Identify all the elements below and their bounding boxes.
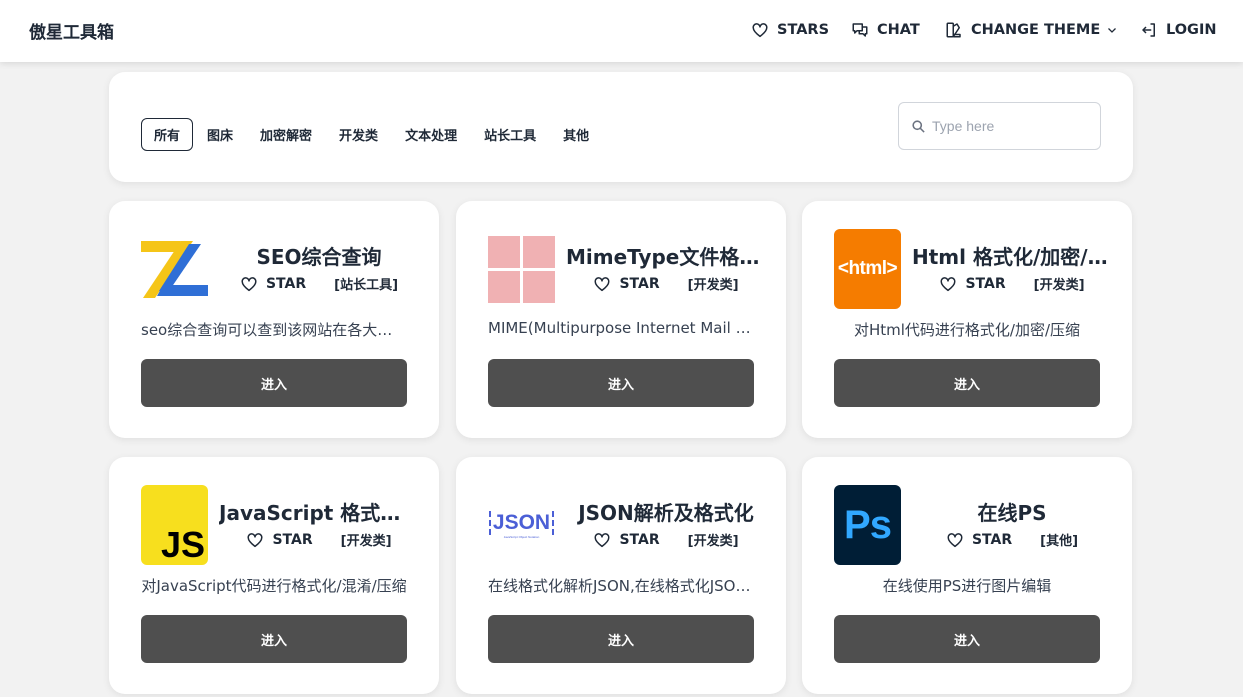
nav-chat[interactable]: CHAT [851, 19, 920, 41]
star-label: STAR [619, 275, 660, 292]
star-label: STAR [265, 275, 307, 292]
star-button[interactable]: STAR [240, 275, 306, 293]
nav-login[interactable]: LOGIN [1140, 19, 1216, 41]
json-logo-text: JSON [488, 511, 555, 535]
star-label: STAR [965, 275, 1006, 292]
star-label: STAR [272, 531, 313, 548]
heart-icon [940, 276, 956, 291]
enter-button[interactable]: 进入 [141, 359, 407, 407]
js-logo-text: JS [160, 524, 205, 565]
search-box[interactable] [898, 102, 1101, 150]
search-icon [912, 119, 925, 133]
login-icon [1142, 23, 1155, 37]
theme-icon [946, 22, 961, 38]
tab-encryption[interactable]: 加密解密 [247, 118, 325, 151]
tool-meta: STAR [站长工具] [219, 274, 419, 293]
nav-change-theme[interactable]: CHANGE THEME [945, 19, 1118, 41]
tool-card: <html> Html 格式化/加密/压缩 STAR [开发类] 对Html代码… [802, 201, 1132, 438]
tab-image-hosting[interactable]: 图床 [194, 118, 246, 151]
tab-text-processing[interactable]: 文本处理 [392, 118, 470, 151]
json-logo: JSON JavaScript Object Notation [488, 485, 555, 565]
tab-other[interactable]: 其他 [550, 118, 602, 151]
enter-button[interactable]: 进入 [488, 615, 754, 663]
tool-title: SEO综合查询 [256, 245, 382, 269]
tool-meta: STAR [其他] [912, 530, 1112, 549]
category-tabs: 所有 图床 加密解密 开发类 文本处理 站长工具 其他 [141, 118, 603, 151]
tool-meta: STAR [开发类] [219, 530, 419, 549]
tool-card: Ps 在线PS STAR [其他] 在线使用PS进行图片编辑 进入 [802, 457, 1132, 694]
heart-icon [247, 532, 263, 547]
heart-icon [947, 532, 963, 547]
json-logo-subtext: JavaScript Object Notation [503, 534, 540, 539]
tool-description: 对JavaScript代码进行格式化/混淆/压缩 [141, 577, 407, 595]
tool-category: [开发类] [687, 278, 739, 293]
tool-category: [其他] [1040, 534, 1079, 549]
tool-description: MIME(Multipurpose Internet Mail Extensio… [488, 319, 754, 337]
tool-meta: STAR [开发类] [566, 274, 766, 293]
tool-title: 在线PS [977, 501, 1047, 525]
nav-chat-label: CHAT [877, 22, 920, 38]
filter-panel: 所有 图床 加密解密 开发类 文本处理 站长工具 其他 [109, 72, 1133, 182]
tool-description: 对Html代码进行格式化/加密/压缩 [853, 321, 1081, 339]
nav-change-theme-label: CHANGE THEME [971, 22, 1101, 38]
html-logo: <html> [834, 229, 901, 309]
tool-category: [开发类] [340, 534, 392, 549]
tool-card: JS JavaScript 格式化/混淆/压缩 STAR [开发类] 对Java… [109, 457, 439, 694]
js-logo: JS [141, 485, 208, 565]
tool-description: seo综合查询可以查到该网站在各大搜索引擎的信息 [141, 321, 407, 339]
star-button[interactable]: STAR [939, 275, 1006, 293]
tool-card: SEO综合查询 STAR [站长工具] seo综合查询可以查到该网站在各大搜索引… [109, 201, 439, 438]
tab-all[interactable]: 所有 [141, 118, 194, 151]
tool-card: MimeType文件格式大全 STAR [开发类] MIME(Multipurp… [456, 201, 786, 438]
ps-logo: Ps [834, 485, 901, 565]
ps-logo-text: Ps [844, 502, 892, 547]
top-navbar: 傲星工具箱 STARS CHAT CHANGE THEME LOGIN [0, 0, 1243, 62]
tool-title: JSON解析及格式化 [578, 501, 754, 525]
tool-card: JSON JavaScript Object Notation JSON解析及格… [456, 457, 786, 694]
enter-button[interactable]: 进入 [488, 359, 754, 407]
star-button[interactable]: STAR [593, 275, 660, 293]
tool-description: 在线格式化解析JSON,在线格式化JSON数据 [488, 577, 754, 595]
enter-button[interactable]: 进入 [141, 615, 407, 663]
star-button[interactable]: STAR [593, 531, 660, 549]
tool-title: JavaScript 格式化/混淆/压缩 [219, 501, 419, 525]
mime-grid-logo [488, 229, 555, 309]
nav-stars-label: STARS [777, 22, 830, 38]
star-label: STAR [971, 531, 1013, 548]
heart-icon [241, 276, 257, 291]
tool-category: [站长工具] [334, 278, 399, 293]
star-label: STAR [619, 531, 660, 548]
brand-title[interactable]: 傲星工具箱 [29, 18, 114, 43]
star-button[interactable]: STAR [946, 531, 1012, 549]
search-input[interactable] [932, 118, 1092, 134]
nav-login-label: LOGIN [1166, 22, 1217, 38]
heart-icon [752, 23, 768, 38]
tool-meta: STAR [开发类] [912, 274, 1112, 293]
tool-category: [开发类] [1033, 278, 1085, 293]
tool-category: [开发类] [687, 534, 739, 549]
nav-stars[interactable]: STARS [751, 19, 829, 41]
enter-button[interactable]: 进入 [834, 359, 1100, 407]
tab-development[interactable]: 开发类 [326, 118, 391, 151]
heart-icon [594, 276, 610, 291]
tool-description: 在线使用PS进行图片编辑 [882, 577, 1052, 595]
star-button[interactable]: STAR [246, 531, 313, 549]
tool-meta: STAR [开发类] [566, 530, 766, 549]
chevron-down-icon [1108, 28, 1117, 33]
seo-z-logo [141, 229, 208, 309]
tool-title: MimeType文件格式大全 [566, 245, 766, 269]
tab-webmaster-tools[interactable]: 站长工具 [471, 118, 549, 151]
enter-button[interactable]: 进入 [834, 615, 1100, 663]
html-logo-text: <html> [837, 258, 898, 279]
heart-icon [594, 532, 610, 547]
tool-title: Html 格式化/加密/压缩 [912, 245, 1112, 269]
chat-icon [852, 23, 868, 37]
